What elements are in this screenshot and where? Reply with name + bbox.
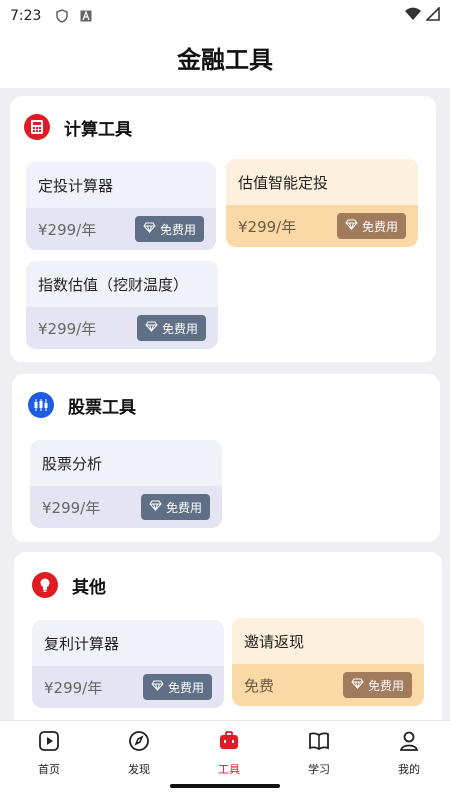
- tool-card-index-valuation[interactable]: 指数估值（挖财温度） ¥299/年 免费用: [26, 261, 218, 349]
- card-price: ¥299/年: [42, 498, 101, 517]
- diamond-icon: [145, 321, 158, 335]
- section-header: 计算工具: [24, 114, 132, 140]
- card-price: ¥299/年: [38, 220, 97, 239]
- card-price: ¥299/年: [44, 678, 103, 697]
- free-use-button[interactable]: 免费用: [134, 216, 204, 242]
- diamond-icon: [151, 680, 164, 694]
- tab-label: 学习: [308, 763, 330, 776]
- bottom-tab-bar: 首页 发现 工具 学习 我的: [0, 720, 450, 800]
- tools-content[interactable]: 计算工具 定投计算器 ¥299/年 免费用 估值智能定投 ¥299/年 免费用: [0, 88, 450, 720]
- diamond-icon: [351, 678, 364, 692]
- tool-card-dca-calculator[interactable]: 定投计算器 ¥299/年 免费用: [26, 162, 216, 250]
- tool-card-compound-interest[interactable]: 复利计算器 ¥299/年 免费用: [32, 620, 224, 708]
- toolbox-icon: [215, 727, 243, 755]
- section-title: 其他: [72, 577, 106, 598]
- card-price: ¥299/年: [238, 217, 297, 236]
- play-square-icon: [35, 727, 63, 755]
- tab-label: 首页: [38, 763, 60, 776]
- tab-label: 发现: [128, 763, 150, 776]
- tab-learn[interactable]: 学习: [274, 727, 364, 777]
- candlestick-chart-icon: [28, 392, 54, 418]
- status-time: 7:23: [10, 8, 42, 24]
- shield-icon: [55, 9, 69, 23]
- section-other: 其他 复利计算器 ¥299/年 免费用 邀请返现 免费 免费用: [14, 552, 442, 720]
- free-use-button[interactable]: 免费用: [336, 213, 406, 239]
- tab-discover[interactable]: 发现: [94, 727, 184, 777]
- section-calculation-tools: 计算工具 定投计算器 ¥299/年 免费用 估值智能定投 ¥299/年 免费用: [10, 96, 436, 362]
- lightbulb-icon: [32, 572, 58, 598]
- wifi-icon: [404, 7, 422, 25]
- tab-tools[interactable]: 工具: [184, 727, 274, 777]
- signal-icon: [425, 6, 440, 25]
- section-header: 股票工具: [28, 392, 136, 418]
- card-price: 免费: [244, 676, 275, 695]
- card-title: 估值智能定投: [226, 159, 418, 205]
- card-title: 指数估值（挖财温度）: [26, 261, 218, 307]
- compass-icon: [125, 727, 153, 755]
- calculator-icon: [24, 114, 50, 140]
- free-use-button[interactable]: 免费用: [140, 494, 210, 520]
- card-title: 复利计算器: [32, 620, 224, 666]
- free-use-button[interactable]: 免费用: [142, 674, 212, 700]
- diamond-icon: [149, 500, 162, 514]
- diamond-icon: [345, 219, 358, 233]
- tab-label: 工具: [218, 763, 240, 776]
- home-indicator[interactable]: [170, 784, 280, 788]
- card-title: 邀请返现: [232, 618, 424, 664]
- card-title: 股票分析: [30, 440, 222, 486]
- tool-card-valuation-smart-dca[interactable]: 估值智能定投 ¥299/年 免费用: [226, 159, 418, 247]
- tab-profile[interactable]: 我的: [364, 727, 450, 777]
- section-title: 计算工具: [64, 119, 132, 140]
- card-price: ¥299/年: [38, 319, 97, 338]
- diamond-icon: [143, 222, 156, 236]
- page-title: 金融工具: [177, 46, 273, 74]
- status-bar: 7:23: [0, 0, 450, 32]
- section-header: 其他: [32, 572, 106, 598]
- tab-home[interactable]: 首页: [4, 727, 94, 777]
- free-use-button[interactable]: 免费用: [136, 315, 206, 341]
- card-title: 定投计算器: [26, 162, 216, 208]
- person-icon: [395, 727, 423, 755]
- tool-card-stock-analysis[interactable]: 股票分析 ¥299/年 免费用: [30, 440, 222, 528]
- section-title: 股票工具: [68, 397, 136, 418]
- tool-card-invite-cashback[interactable]: 邀请返现 免费 免费用: [232, 618, 424, 706]
- book-icon: [305, 727, 333, 755]
- tab-label: 我的: [398, 763, 420, 776]
- section-stock-tools: 股票工具 股票分析 ¥299/年 免费用: [12, 374, 440, 542]
- font-notification-icon: [79, 9, 93, 23]
- free-use-button[interactable]: 免费用: [342, 672, 412, 698]
